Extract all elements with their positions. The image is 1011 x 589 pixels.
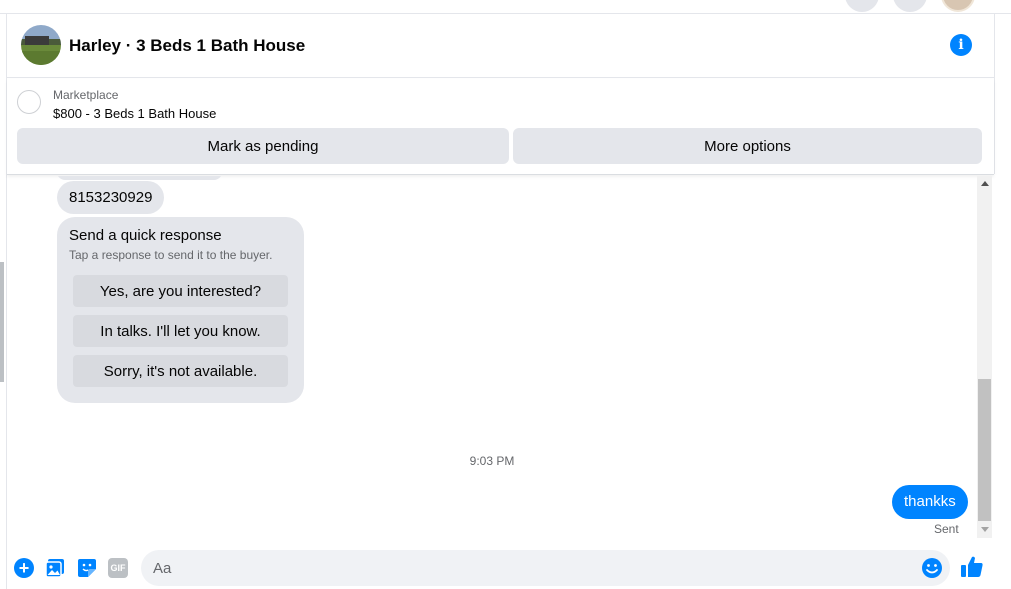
sent-status: Sent — [934, 522, 959, 536]
message-list[interactable]: 8153230929 Send a quick response Tap a r… — [7, 176, 977, 538]
sent-message-bubble: thankks — [892, 485, 968, 519]
emoji-icon[interactable] — [921, 557, 943, 579]
quick-response-option[interactable]: Yes, are you interested? — [73, 275, 288, 307]
sticker-icon[interactable] — [77, 558, 97, 578]
top-nav-button[interactable] — [893, 0, 927, 12]
listing-avatar[interactable] — [21, 25, 61, 65]
message-bubble — [57, 176, 222, 180]
mark-as-pending-button[interactable]: Mark as pending — [17, 128, 509, 164]
message-composer: + GIF — [7, 540, 1011, 589]
quick-response-card: Send a quick response Tap a response to … — [57, 217, 304, 403]
quick-response-option[interactable]: In talks. I'll let you know. — [73, 315, 288, 347]
more-options-button[interactable]: More options — [513, 128, 982, 164]
profile-avatar[interactable] — [941, 0, 975, 12]
left-scroll-indicator — [0, 262, 4, 382]
info-icon[interactable]: i — [950, 34, 972, 56]
divider — [994, 14, 995, 174]
top-nav-button[interactable] — [845, 0, 879, 12]
thumbs-up-icon[interactable] — [960, 555, 984, 579]
top-strip — [0, 0, 1011, 14]
gif-icon[interactable]: GIF — [108, 558, 128, 578]
scroll-thumb[interactable] — [978, 379, 991, 521]
message-bubble: 8153230929 — [57, 181, 165, 214]
conversation-header: Harley · 3 Beds 1 Bath House i — [7, 14, 994, 78]
plus-icon[interactable]: + — [14, 558, 34, 578]
quick-response-option[interactable]: Sorry, it's not available. — [73, 355, 288, 387]
listing-thumbnail[interactable] — [17, 90, 41, 114]
marketplace-bar: Marketplace $800 - 3 Beds 1 Bath House M… — [7, 79, 994, 175]
scroll-down-arrow-icon[interactable] — [981, 527, 989, 532]
chat-scrollbar[interactable] — [977, 176, 992, 538]
conversation-title[interactable]: Harley · 3 Beds 1 Bath House — [69, 36, 305, 56]
message-input[interactable] — [141, 550, 950, 586]
message-timestamp: 9:03 PM — [469, 454, 515, 468]
scroll-up-arrow-icon[interactable] — [981, 181, 989, 186]
marketplace-label: Marketplace — [53, 88, 119, 102]
photo-icon[interactable] — [45, 558, 65, 578]
quick-response-title: Send a quick response — [69, 227, 222, 244]
quick-response-subtitle: Tap a response to send it to the buyer. — [69, 248, 273, 262]
listing-title[interactable]: $800 - 3 Beds 1 Bath House — [53, 106, 216, 121]
